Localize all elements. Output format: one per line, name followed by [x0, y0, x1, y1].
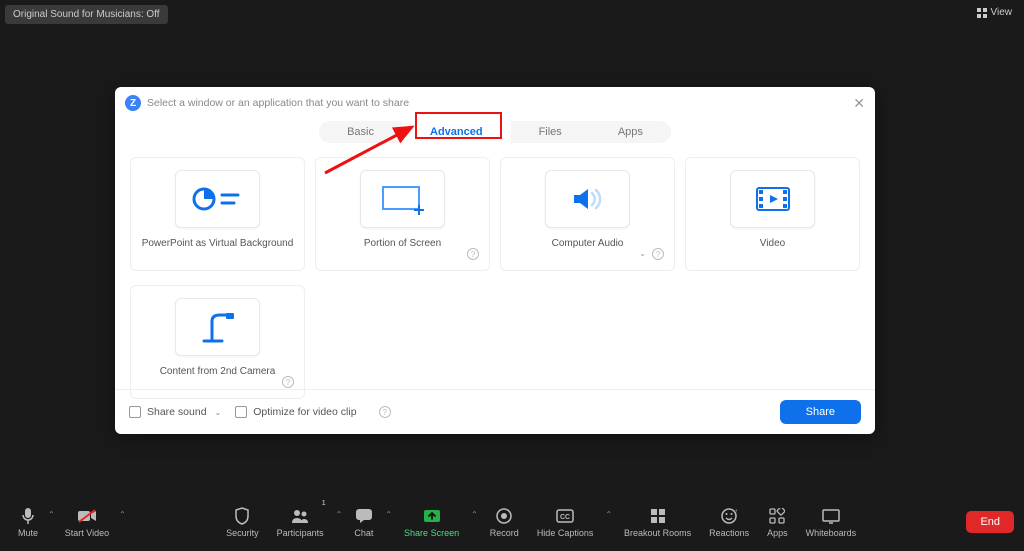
end-meeting-button[interactable]: End [966, 511, 1014, 533]
mute-label: Mute [18, 528, 38, 538]
card-portion-screen[interactable]: Portion of Screen ? [315, 157, 490, 271]
optimize-label: Optimize for video clip [253, 406, 356, 418]
share-button[interactable]: Share [780, 400, 861, 424]
tab-basic[interactable]: Basic [319, 121, 402, 143]
card-label: Video [760, 238, 785, 249]
video-off-icon [77, 506, 97, 526]
shield-icon [234, 506, 250, 526]
powerpoint-icon [175, 170, 260, 228]
share-screen-icon [423, 506, 441, 526]
share-sound-label: Share sound [147, 406, 207, 418]
original-sound-badge[interactable]: Original Sound for Musicians: Off [5, 5, 168, 24]
tab-files[interactable]: Files [511, 121, 590, 143]
start-video-label: Start Video [65, 528, 109, 538]
chevron-up-icon[interactable]: ⌃ [117, 510, 128, 519]
card-label: Portion of Screen [364, 238, 441, 249]
chat-label: Chat [354, 528, 373, 538]
svg-text:CC: CC [560, 514, 570, 521]
document-camera-icon [175, 298, 260, 356]
share-tabs: Basic Advanced Files Apps [115, 121, 875, 143]
card-label: Computer Audio [552, 238, 624, 249]
svg-text:+: + [735, 508, 737, 515]
portion-screen-icon [360, 170, 445, 228]
tab-apps[interactable]: Apps [590, 121, 671, 143]
apps-icon [769, 506, 785, 526]
card-video[interactable]: Video [685, 157, 860, 271]
card-computer-audio[interactable]: Computer Audio ⌄ ? [500, 157, 675, 271]
microphone-icon [20, 506, 36, 526]
reactions-label: Reactions [709, 528, 749, 538]
card-label: Content from 2nd Camera [160, 366, 276, 377]
video-icon [730, 170, 815, 228]
card-label: PowerPoint as Virtual Background [142, 238, 294, 249]
apps-button[interactable]: Apps [759, 502, 796, 542]
participants-button[interactable]: 1 Participants [269, 502, 332, 542]
hide-captions-label: Hide Captions [537, 528, 594, 538]
card-2nd-camera[interactable]: Content from 2nd Camera ? [130, 285, 305, 399]
share-screen-button[interactable]: Share Screen [396, 502, 467, 542]
captions-icon: CC [556, 506, 574, 526]
hide-captions-button[interactable]: CC Hide Captions [529, 502, 602, 542]
chevron-up-icon[interactable]: ⌃ [603, 510, 614, 519]
help-icon[interactable]: ? [282, 376, 294, 388]
grid-icon [977, 8, 987, 18]
participants-icon [290, 506, 310, 526]
chevron-down-icon[interactable]: ⌄ [639, 249, 646, 258]
reactions-button[interactable]: + Reactions [701, 502, 757, 542]
share-screen-dialog: Z Select a window or an application that… [115, 87, 875, 434]
dialog-title: Select a window or an application that y… [147, 97, 409, 109]
card-powerpoint-bg[interactable]: PowerPoint as Virtual Background [130, 157, 305, 271]
help-icon[interactable]: ? [379, 406, 391, 418]
breakout-icon [650, 506, 666, 526]
close-button[interactable]: ✕ [853, 95, 865, 112]
dialog-footer: Share sound ⌄ Optimize for video clip ? … [115, 389, 875, 434]
mute-button[interactable]: Mute [10, 502, 46, 542]
record-label: Record [490, 528, 519, 538]
whiteboard-icon [822, 506, 840, 526]
view-label: View [991, 7, 1013, 18]
whiteboards-label: Whiteboards [806, 528, 857, 538]
chevron-down-icon[interactable]: ⌄ [215, 408, 222, 417]
checkbox-icon [129, 406, 141, 418]
chevron-up-icon[interactable]: ⌃ [469, 510, 480, 519]
start-video-button[interactable]: Start Video [57, 502, 117, 542]
breakout-label: Breakout Rooms [624, 528, 691, 538]
chevron-up-icon[interactable]: ⌃ [383, 510, 394, 519]
record-button[interactable]: Record [482, 502, 527, 542]
help-icon[interactable]: ? [467, 248, 479, 260]
whiteboards-button[interactable]: Whiteboards [798, 502, 865, 542]
chat-icon [355, 506, 373, 526]
participants-label: Participants [277, 528, 324, 538]
participants-count: 1 [322, 500, 326, 507]
apps-label: Apps [767, 528, 788, 538]
record-icon [496, 506, 512, 526]
zoom-logo-icon: Z [125, 95, 141, 111]
reactions-icon: + [721, 506, 737, 526]
chevron-up-icon[interactable]: ⌃ [334, 510, 345, 519]
chat-button[interactable]: Chat [346, 502, 381, 542]
share-screen-label: Share Screen [404, 528, 459, 538]
checkbox-icon [235, 406, 247, 418]
security-label: Security [226, 528, 259, 538]
chevron-up-icon[interactable]: ⌃ [46, 510, 57, 519]
meeting-toolbar: Mute ⌃ Start Video ⌃ Security 1 Particip… [0, 493, 1024, 551]
help-icon[interactable]: ? [652, 248, 664, 260]
tab-advanced[interactable]: Advanced [402, 121, 511, 143]
speaker-icon [545, 170, 630, 228]
optimize-checkbox[interactable]: Optimize for video clip [235, 406, 356, 418]
security-button[interactable]: Security [218, 502, 267, 542]
share-sound-checkbox[interactable]: Share sound [129, 406, 207, 418]
breakout-rooms-button[interactable]: Breakout Rooms [616, 502, 699, 542]
view-button[interactable]: View [977, 7, 1013, 18]
